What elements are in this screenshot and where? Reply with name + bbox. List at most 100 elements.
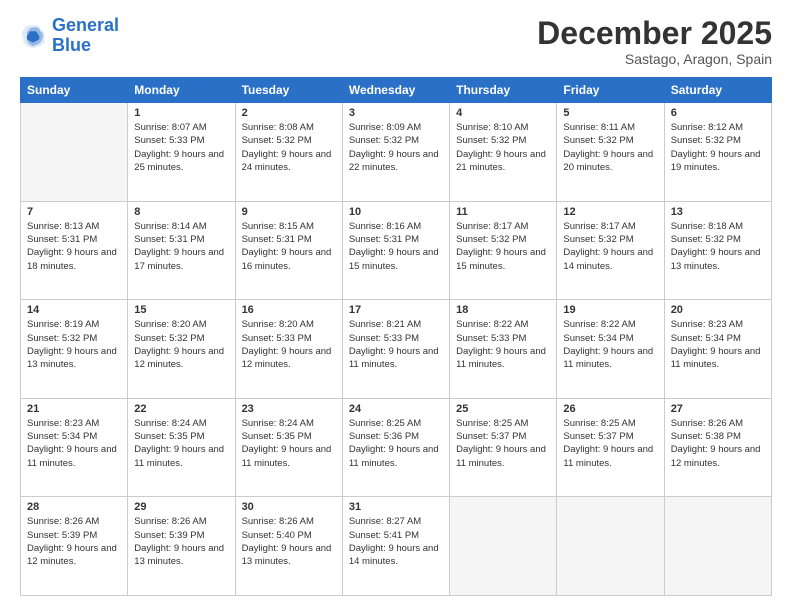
calendar-cell: 18Sunrise: 8:22 AMSunset: 5:33 PMDayligh…	[450, 300, 557, 399]
day-number: 12	[563, 206, 657, 218]
day-number: 2	[242, 107, 336, 119]
weekday-header: Saturday	[664, 78, 771, 103]
calendar-cell: 12 Sunrise: 8:17 AMSunset: 5:32 PMDayligh…	[557, 201, 664, 300]
day-info: Sunrise: 8:10 AMSunset: 5:32 PMDaylight:…	[456, 121, 550, 174]
calendar-cell: 16 Sunrise: 8:20 AMSunset: 5:33 PMDayligh…	[235, 300, 342, 399]
day-info: Sunrise: 8:20 AMSunset: 5:33 PMDaylight:…	[242, 318, 336, 371]
day-info: Sunrise: 8:08 AMSunset: 5:32 PMDaylight:…	[242, 121, 336, 174]
day-info: Sunrise: 8:22 AMSunset: 5:34 PMDaylight:…	[563, 318, 657, 371]
logo-text: General Blue	[52, 16, 119, 56]
day-number: 17	[349, 304, 443, 316]
day-number: 21	[27, 403, 121, 415]
calendar-cell: 23Sunrise: 8:24 AMSunset: 5:35 PMDayligh…	[235, 398, 342, 497]
weekday-header: Monday	[128, 78, 235, 103]
calendar-cell: 9 Sunrise: 8:15 AMSunset: 5:31 PMDaylight…	[235, 201, 342, 300]
day-number: 8	[134, 206, 228, 218]
day-info: Sunrise: 8:19 AMSunset: 5:32 PMDaylight:…	[27, 318, 121, 371]
calendar-cell: 25 Sunrise: 8:25 AMSunset: 5:37 PMDayligh…	[450, 398, 557, 497]
calendar-cell: 27Sunrise: 8:26 AMSunset: 5:38 PMDayligh…	[664, 398, 771, 497]
weekday-header: Sunday	[21, 78, 128, 103]
calendar-cell: 30Sunrise: 8:26 AMSunset: 5:40 PMDayligh…	[235, 497, 342, 596]
calendar-cell: 6Sunrise: 8:12 AMSunset: 5:32 PMDaylight…	[664, 103, 771, 202]
logo-icon	[20, 22, 48, 50]
title-block: December 2025 Sastago, Aragon, Spain	[537, 16, 772, 67]
day-number: 5	[563, 107, 657, 119]
calendar-cell: 4 Sunrise: 8:10 AMSunset: 5:32 PMDaylight…	[450, 103, 557, 202]
day-info: Sunrise: 8:24 AMSunset: 5:35 PMDaylight:…	[134, 417, 228, 470]
day-info: Sunrise: 8:26 AMSunset: 5:39 PMDaylight:…	[27, 515, 121, 568]
week-row: 21 Sunrise: 8:23 AMSunset: 5:34 PMDayligh…	[21, 398, 772, 497]
logo-line2: Blue	[52, 35, 91, 55]
day-number: 31	[349, 501, 443, 513]
day-number: 9	[242, 206, 336, 218]
week-row: 1 Sunrise: 8:07 AMSunset: 5:33 PMDaylight…	[21, 103, 772, 202]
day-number: 25	[456, 403, 550, 415]
day-info: Sunrise: 8:25 AMSunset: 5:36 PMDaylight:…	[349, 417, 443, 470]
day-number: 4	[456, 107, 550, 119]
day-info: Sunrise: 8:25 AMSunset: 5:37 PMDaylight:…	[456, 417, 550, 470]
main-title: December 2025	[537, 16, 772, 51]
weekday-header: Friday	[557, 78, 664, 103]
calendar-cell: 11 Sunrise: 8:17 AMSunset: 5:32 PMDayligh…	[450, 201, 557, 300]
calendar-cell: 10 Sunrise: 8:16 AMSunset: 5:31 PMDayligh…	[342, 201, 449, 300]
day-number: 15	[134, 304, 228, 316]
day-info: Sunrise: 8:16 AMSunset: 5:31 PMDaylight:…	[349, 220, 443, 273]
calendar-cell: 24 Sunrise: 8:25 AMSunset: 5:36 PMDayligh…	[342, 398, 449, 497]
calendar-cell: 21 Sunrise: 8:23 AMSunset: 5:34 PMDayligh…	[21, 398, 128, 497]
day-number: 23	[242, 403, 336, 415]
day-info: Sunrise: 8:20 AMSunset: 5:32 PMDaylight:…	[134, 318, 228, 371]
day-number: 16	[242, 304, 336, 316]
day-number: 10	[349, 206, 443, 218]
day-number: 24	[349, 403, 443, 415]
calendar-cell	[664, 497, 771, 596]
week-row: 14Sunrise: 8:19 AMSunset: 5:32 PMDayligh…	[21, 300, 772, 399]
day-info: Sunrise: 8:23 AMSunset: 5:34 PMDaylight:…	[27, 417, 121, 470]
header: General Blue December 2025 Sastago, Arag…	[20, 16, 772, 67]
calendar-cell	[450, 497, 557, 596]
day-number: 1	[134, 107, 228, 119]
calendar-cell: 7 Sunrise: 8:13 AMSunset: 5:31 PMDaylight…	[21, 201, 128, 300]
subtitle: Sastago, Aragon, Spain	[537, 51, 772, 67]
calendar-page: General Blue December 2025 Sastago, Arag…	[0, 0, 792, 612]
day-info: Sunrise: 8:13 AMSunset: 5:31 PMDaylight:…	[27, 220, 121, 273]
day-info: Sunrise: 8:14 AMSunset: 5:31 PMDaylight:…	[134, 220, 228, 273]
calendar-table: SundayMondayTuesdayWednesdayThursdayFrid…	[20, 77, 772, 596]
calendar-cell: 22 Sunrise: 8:24 AMSunset: 5:35 PMDayligh…	[128, 398, 235, 497]
day-number: 30	[242, 501, 336, 513]
calendar-cell: 20Sunrise: 8:23 AMSunset: 5:34 PMDayligh…	[664, 300, 771, 399]
calendar-cell: 14Sunrise: 8:19 AMSunset: 5:32 PMDayligh…	[21, 300, 128, 399]
day-number: 6	[671, 107, 765, 119]
day-number: 20	[671, 304, 765, 316]
weekday-header: Thursday	[450, 78, 557, 103]
day-info: Sunrise: 8:09 AMSunset: 5:32 PMDaylight:…	[349, 121, 443, 174]
calendar-cell: 15 Sunrise: 8:20 AMSunset: 5:32 PMDayligh…	[128, 300, 235, 399]
calendar-cell: 31 Sunrise: 8:27 AMSunset: 5:41 PMDayligh…	[342, 497, 449, 596]
calendar-cell: 26Sunrise: 8:25 AMSunset: 5:37 PMDayligh…	[557, 398, 664, 497]
day-info: Sunrise: 8:07 AMSunset: 5:33 PMDaylight:…	[134, 121, 228, 174]
day-info: Sunrise: 8:17 AMSunset: 5:32 PMDaylight:…	[563, 220, 657, 273]
day-info: Sunrise: 8:17 AMSunset: 5:32 PMDaylight:…	[456, 220, 550, 273]
day-info: Sunrise: 8:26 AMSunset: 5:38 PMDaylight:…	[671, 417, 765, 470]
weekday-header: Wednesday	[342, 78, 449, 103]
weekday-header: Tuesday	[235, 78, 342, 103]
day-info: Sunrise: 8:21 AMSunset: 5:33 PMDaylight:…	[349, 318, 443, 371]
week-row: 28Sunrise: 8:26 AMSunset: 5:39 PMDayligh…	[21, 497, 772, 596]
calendar-cell: 17 Sunrise: 8:21 AMSunset: 5:33 PMDayligh…	[342, 300, 449, 399]
day-number: 26	[563, 403, 657, 415]
day-info: Sunrise: 8:27 AMSunset: 5:41 PMDaylight:…	[349, 515, 443, 568]
calendar-cell: 1 Sunrise: 8:07 AMSunset: 5:33 PMDaylight…	[128, 103, 235, 202]
calendar-cell: 2 Sunrise: 8:08 AMSunset: 5:32 PMDaylight…	[235, 103, 342, 202]
calendar-cell: 3Sunrise: 8:09 AMSunset: 5:32 PMDaylight…	[342, 103, 449, 202]
day-number: 22	[134, 403, 228, 415]
calendar-cell	[21, 103, 128, 202]
day-info: Sunrise: 8:22 AMSunset: 5:33 PMDaylight:…	[456, 318, 550, 371]
day-number: 13	[671, 206, 765, 218]
day-info: Sunrise: 8:18 AMSunset: 5:32 PMDaylight:…	[671, 220, 765, 273]
day-number: 29	[134, 501, 228, 513]
day-number: 7	[27, 206, 121, 218]
calendar-cell: 29Sunrise: 8:26 AMSunset: 5:39 PMDayligh…	[128, 497, 235, 596]
day-number: 11	[456, 206, 550, 218]
logo-line1: General	[52, 15, 119, 35]
day-info: Sunrise: 8:15 AMSunset: 5:31 PMDaylight:…	[242, 220, 336, 273]
calendar-cell: 13 Sunrise: 8:18 AMSunset: 5:32 PMDayligh…	[664, 201, 771, 300]
